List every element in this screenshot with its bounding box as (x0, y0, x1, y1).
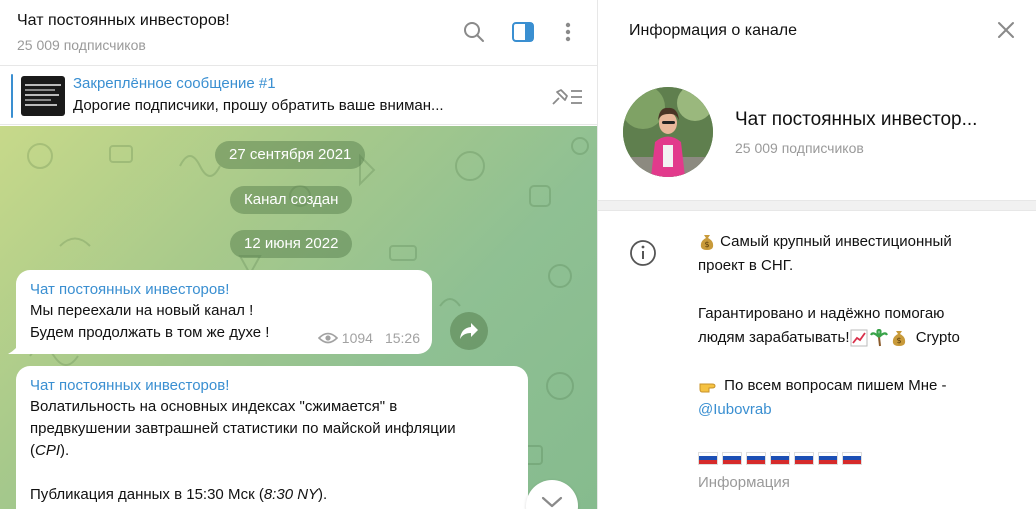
info-panel-title: Информация о канале (629, 22, 797, 39)
russia-flag-emoji (818, 451, 838, 465)
description-text: Самый крупный инвестиционный (720, 233, 952, 250)
pinned-text: Дорогие подписчики, прошу обратить ваше … (73, 97, 444, 114)
money-bag-emoji: $ (700, 235, 714, 251)
text-italic: 8:30 NY (263, 486, 319, 503)
message-line: Волатильность на основных индексах "сжим… (30, 398, 398, 415)
description-line: По всем вопросам пишем Мне - (698, 374, 947, 398)
close-icon[interactable] (996, 20, 1020, 44)
info-icon (629, 239, 657, 272)
russia-flag-emoji (746, 451, 766, 465)
channel-info-panel: Информация о канале Чат постоянных инвес… (597, 0, 1036, 509)
description-text: Crypto (915, 329, 960, 346)
message-line: предвкушении завтрашней статистики по ма… (30, 420, 456, 437)
chart-emoji (850, 329, 868, 347)
money-bag-emoji: $ (892, 331, 905, 347)
pinned-indicator (11, 74, 13, 118)
views-icon (317, 332, 338, 344)
text-fragment: ). (60, 442, 70, 459)
text-fragment: ). (318, 486, 328, 503)
flags-row (698, 446, 866, 470)
bubble-tail (8, 340, 22, 354)
message-sender[interactable]: Чат постоянных инвесторов! (30, 279, 418, 300)
search-icon[interactable] (462, 20, 486, 44)
message-meta: 1094 15:26 (317, 330, 420, 346)
message-bubble[interactable]: Чат постоянных инвесторов! Мы переехали … (8, 270, 432, 354)
pinned-thumbnail (21, 76, 65, 116)
avatar[interactable] (623, 87, 713, 177)
message-line: Мы переехали на новый канал ! (30, 302, 254, 319)
chat-panel: Чат постоянных инвесторов! 25 009 подпис… (0, 0, 597, 509)
channel-created-pill: Канал создан (230, 186, 353, 214)
chat-title[interactable]: Чат постоянных инвесторов! (17, 12, 230, 30)
message-line: Публикация данных в 15:30 Мск (8:30 NY). (30, 484, 514, 506)
palm-emoji (869, 329, 888, 347)
date-pill-second: 12 июня 2022 (230, 230, 353, 258)
russia-flag-emoji (698, 451, 718, 465)
pointing-hand-emoji (699, 383, 716, 393)
description-line: проект в СНГ. (698, 257, 794, 274)
forward-icon (460, 323, 478, 339)
section-divider (598, 200, 1036, 211)
russia-flag-emoji (770, 451, 790, 465)
sidebar-toggle-icon[interactable] (511, 20, 535, 44)
username-link[interactable]: @Iubovrab (698, 401, 772, 418)
channel-name: Чат постоянных инвестор... (735, 109, 978, 130)
russia-flag-emoji (842, 451, 862, 465)
pinned-message-bar[interactable]: Закреплённое сообщение #1 Дорогие подпис… (0, 67, 597, 125)
description-line: $ Самый крупный инвестиционный (698, 230, 952, 254)
date-pill-first: 27 сентября 2021 (215, 141, 366, 169)
channel-subscribers: 25 009 подписчиков (735, 140, 864, 156)
description-label: Информация (698, 474, 790, 491)
description-line: людям зарабатывать! $ Crypto (698, 326, 960, 350)
message-bubble[interactable]: Чат постоянных инвесторов! Волатильность… (16, 366, 528, 509)
chat-subscribers: 25 009 подписчиков (17, 37, 146, 53)
message-sender[interactable]: Чат постоянных инвесторов! (30, 375, 514, 396)
text-italic: CPI (35, 442, 61, 459)
svg-text:$: $ (896, 336, 901, 345)
chat-header[interactable]: Чат постоянных инвесторов! 25 009 подпис… (0, 0, 597, 66)
unpin-icon[interactable] (549, 86, 583, 113)
pinned-title: Закреплённое сообщение #1 (73, 75, 276, 92)
description-text: людям зарабатывать! (698, 329, 850, 346)
russia-flag-emoji (722, 451, 742, 465)
forward-button[interactable] (450, 312, 488, 350)
views-count: 1094 (341, 330, 373, 346)
text-fragment: Публикация данных в 15:30 Мск ( (30, 486, 264, 503)
chevron-down-icon (541, 496, 563, 508)
description-line: Гарантировано и надёжно помогаю (698, 305, 945, 322)
message-time: 15:26 (384, 330, 420, 346)
russia-flag-emoji (794, 451, 814, 465)
description-line: @Iubovrab (698, 398, 772, 422)
message-line: (CPI). (30, 440, 514, 462)
svg-text:$: $ (704, 240, 709, 249)
description-text: По всем вопросам пишем Мне - (724, 377, 947, 394)
more-icon[interactable] (556, 20, 580, 44)
